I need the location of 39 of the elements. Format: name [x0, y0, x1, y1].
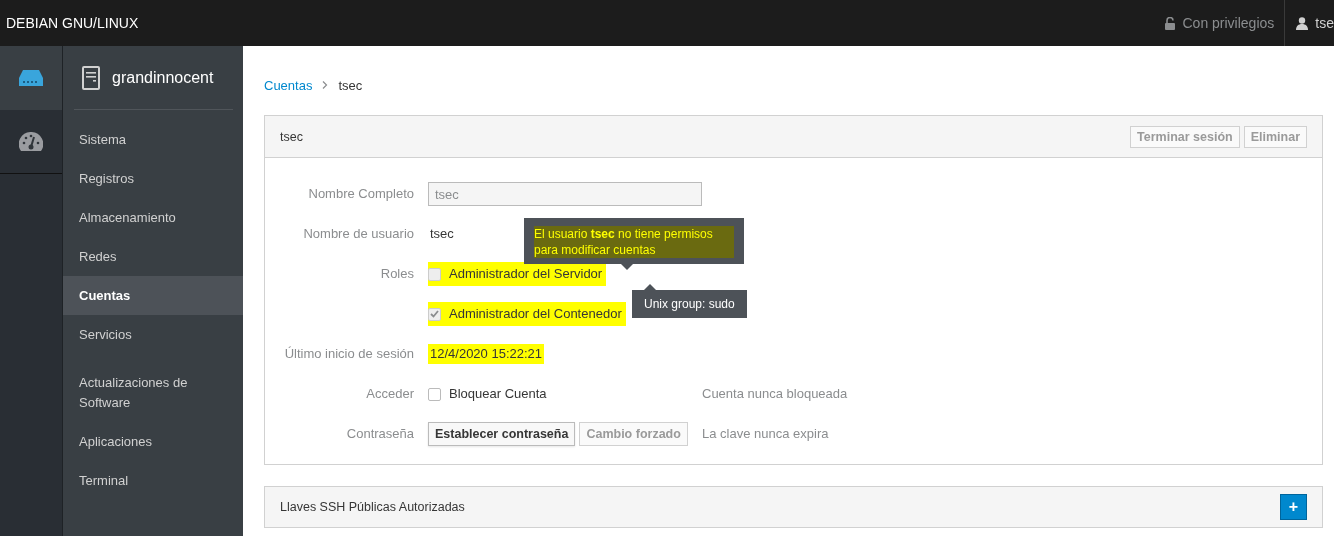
tooltip-text: El usuario tsec no tiene permisos para modificar cuentas	[534, 226, 734, 258]
nav-item[interactable]: Terminal	[63, 461, 243, 500]
field-label: Contraseña	[345, 425, 415, 443]
nav-item[interactable]: Cuentas	[63, 276, 243, 315]
field-label: Acceder	[365, 385, 415, 403]
nav-item[interactable]: Aplicaciones	[63, 422, 243, 461]
checkbox-option[interactable]: Bloquear Cuenta	[428, 382, 551, 406]
lock-icon	[1165, 16, 1176, 30]
tooltip-text: Unix group: sudo	[644, 297, 735, 311]
field-label: Roles	[379, 265, 415, 283]
host-name: grandinnocent	[112, 68, 214, 87]
breadcrumb-link[interactable]: Cuentas	[264, 77, 313, 93]
nav-item[interactable]: Registros	[63, 159, 243, 198]
user-menu-button[interactable]: tse	[1284, 0, 1334, 46]
brand-title: DEBIAN GNU/LINUX	[5, 15, 139, 31]
gauge-icon	[19, 131, 43, 152]
breadcrumb-current: tsec	[338, 77, 363, 93]
chevron-icon	[322, 81, 329, 89]
panel-title: Llaves SSH Públicas Autorizadas	[280, 500, 465, 514]
server-tower-icon	[82, 65, 100, 90]
field-value: tsec	[429, 225, 455, 243]
status-note: La clave nunca expira	[702, 425, 829, 443]
nav-item[interactable]: Actualizaciones de Software	[63, 373, 209, 422]
field-label: Nombre Completo	[307, 185, 415, 203]
user-icon	[1296, 16, 1309, 30]
nav-item[interactable]: Almacenamiento	[63, 198, 243, 237]
panel-title: tsec	[280, 129, 303, 144]
nav-item[interactable]: Redes	[63, 237, 243, 276]
password-button[interactable]: Establecer contraseña	[428, 422, 576, 446]
field-value: 12/4/2020 15:22:21	[428, 344, 545, 364]
field-label: Nombre de usuario	[302, 225, 415, 243]
status-note: Cuenta nunca bloqueada	[702, 385, 848, 403]
nav-item[interactable]: Sistema	[63, 120, 243, 159]
privileges-button[interactable]: Con privilegios	[1155, 0, 1285, 46]
add-button[interactable]: +	[1280, 494, 1307, 520]
nav-item[interactable]: Servicios	[63, 315, 243, 354]
server-icon	[19, 70, 43, 86]
field-label: Último inicio de sesión	[283, 345, 415, 363]
checkbox[interactable]	[428, 387, 441, 401]
